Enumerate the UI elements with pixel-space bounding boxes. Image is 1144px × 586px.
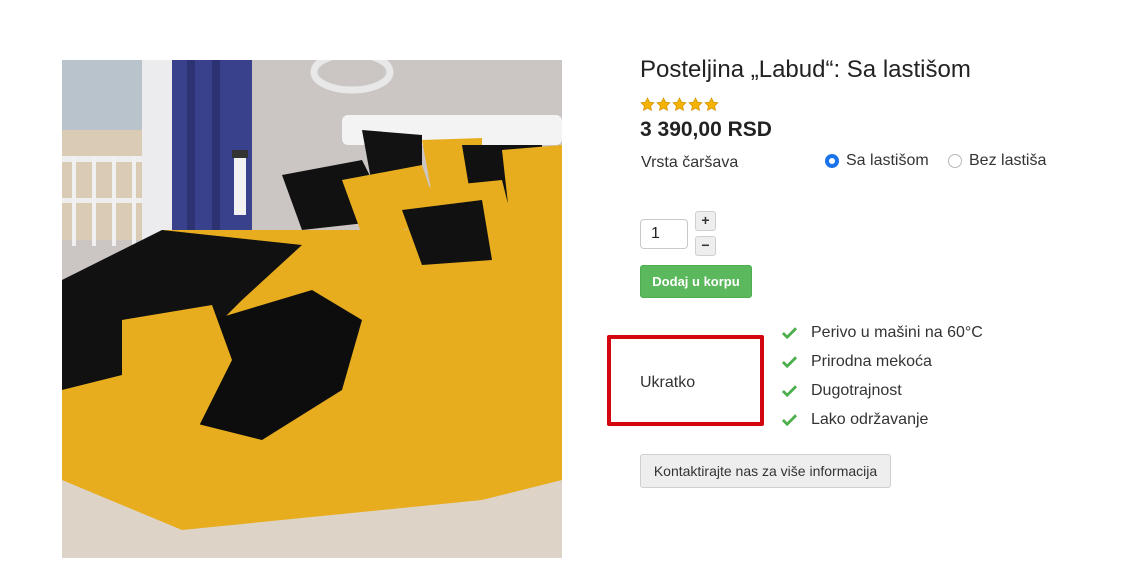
star-icon [688, 97, 703, 111]
feature-item: Dugotrajnost [782, 376, 983, 405]
check-icon [782, 356, 797, 368]
radio-selected-icon[interactable] [825, 154, 839, 168]
variant-option-bez-lastisa[interactable]: Bez lastiša [948, 152, 1046, 170]
star-rating [640, 97, 719, 112]
contact-button[interactable]: Kontaktirajte nas za više informacija [640, 454, 891, 488]
variant-label: Vrsta čaršava [641, 154, 739, 171]
feature-text: Perivo u mašini na 60°C [811, 323, 983, 341]
feature-item: Perivo u mašini na 60°C [782, 318, 983, 347]
radio-unselected-icon[interactable] [948, 154, 962, 168]
variant-option-label: Sa lastišom [846, 152, 929, 169]
star-icon [656, 97, 671, 111]
add-to-cart-button[interactable]: Dodaj u korpu [640, 265, 752, 298]
summary-label: Ukratko [640, 374, 696, 391]
check-icon [782, 327, 797, 339]
star-icon [640, 97, 655, 111]
feature-text: Prirodna mekoća [811, 352, 932, 370]
variant-option-label: Bez lastiša [969, 152, 1047, 169]
star-icon [672, 97, 687, 111]
feature-list: Perivo u mašini na 60°C Prirodna mekoća … [782, 318, 983, 434]
quantity-decrease-button[interactable]: − [695, 236, 716, 256]
product-title: Posteljina „Labud“: Sa lastišom [640, 56, 971, 83]
product-image[interactable] [62, 60, 562, 558]
quantity-input[interactable] [640, 219, 688, 249]
feature-item: Prirodna mekoća [782, 347, 983, 376]
feature-text: Lako održavanje [811, 410, 929, 428]
variant-option-sa-lastisom[interactable]: Sa lastišom [825, 152, 929, 170]
check-icon [782, 385, 797, 397]
bedding-photo [62, 60, 562, 558]
quantity-increase-button[interactable]: + [695, 211, 716, 231]
feature-text: Dugotrajnost [811, 381, 902, 399]
product-price: 3 390,00 RSD [640, 118, 772, 141]
star-icon [704, 97, 719, 111]
feature-item: Lako održavanje [782, 405, 983, 434]
check-icon [782, 414, 797, 426]
